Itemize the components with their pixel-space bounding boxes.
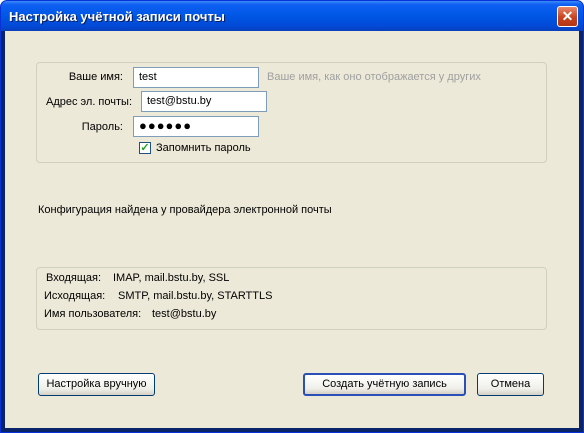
window-title: Настройка учётной записи почты xyxy=(9,9,225,24)
cancel-button[interactable]: Отмена xyxy=(477,373,544,396)
name-hint: Ваше имя, как оно отображается у других xyxy=(267,71,481,83)
title-bar[interactable]: Настройка учётной записи почты ✕ xyxy=(1,1,583,31)
mail-account-setup-dialog: Настройка учётной записи почты ✕ Ваше им… xyxy=(0,0,584,433)
manual-setup-button[interactable]: Настройка вручную xyxy=(38,373,155,396)
server-config-group: Входящая: IMAP, mail.bstu.by, SSL Исходя… xyxy=(36,267,547,330)
incoming-value: IMAP, mail.bstu.by, SSL xyxy=(113,272,230,284)
name-input[interactable]: test xyxy=(133,67,259,88)
create-account-button[interactable]: Создать учётную запись xyxy=(303,373,466,396)
username-value: test@bstu.by xyxy=(152,308,217,320)
outgoing-value: SMTP, mail.bstu.by, STARTTLS xyxy=(118,290,273,302)
incoming-label: Входящая: xyxy=(46,272,102,284)
remember-password-label[interactable]: Запомнить пароль xyxy=(156,142,251,154)
config-found-message: Конфигурация найдена у провайдера электр… xyxy=(38,204,332,216)
password-input[interactable]: ●●●●●● xyxy=(133,116,259,137)
username-label: Имя пользователя: xyxy=(44,308,142,320)
password-label: Пароль: xyxy=(81,121,123,133)
name-label: Ваше имя: xyxy=(68,71,123,83)
dialog-body: Ваше имя: test Ваше имя, как оно отображ… xyxy=(5,31,579,428)
account-details-group: Ваше имя: test Ваше имя, как оно отображ… xyxy=(36,62,547,163)
email-label: Адрес эл. почты: xyxy=(45,96,132,108)
close-icon[interactable]: ✕ xyxy=(557,6,578,27)
email-input[interactable]: test@bstu.by xyxy=(141,91,267,112)
outgoing-label: Исходящая: xyxy=(44,290,106,302)
remember-password-checkbox[interactable]: ✓ xyxy=(139,142,151,154)
